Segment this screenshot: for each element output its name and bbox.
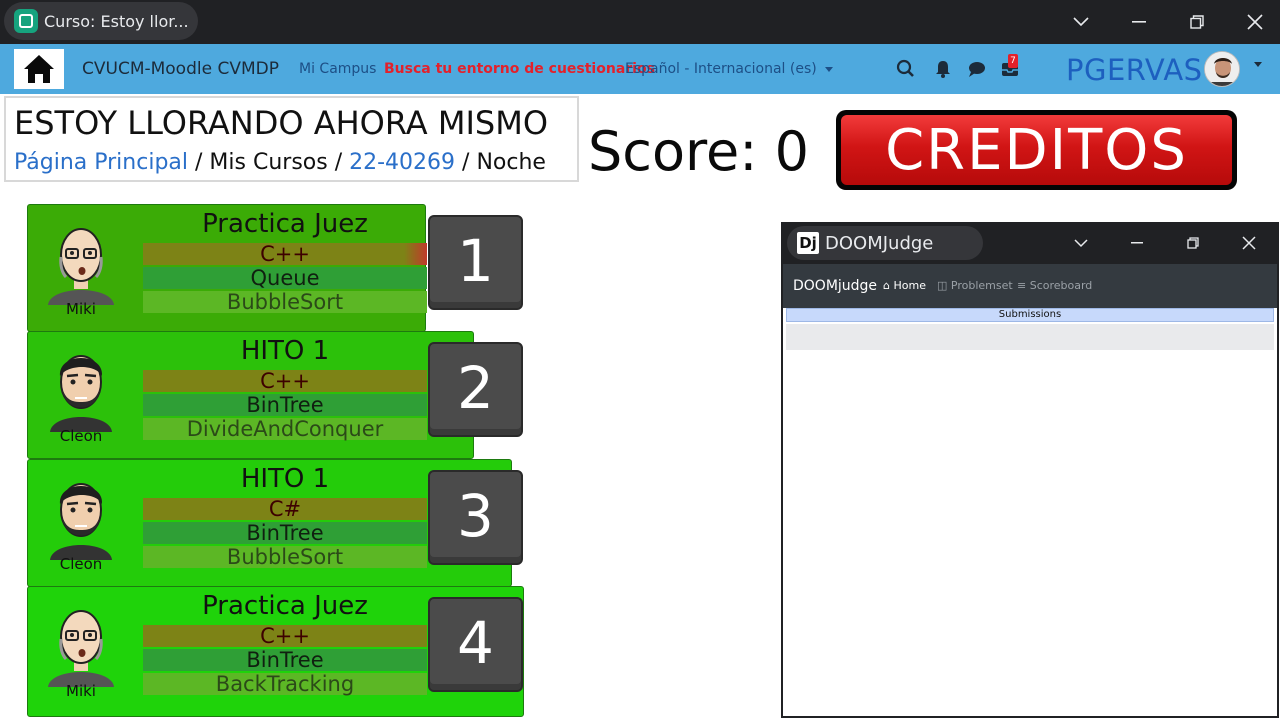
- creditos-label: CREDITOS: [841, 115, 1232, 185]
- tab-search-chevron-icon[interactable]: [1052, 0, 1110, 44]
- search-icon[interactable]: [894, 57, 918, 81]
- bell-icon[interactable]: [931, 57, 955, 81]
- card-title: HITO 1: [240, 336, 330, 366]
- domjudge-brand[interactable]: DOOMjudge: [793, 264, 877, 308]
- breadcrumb-home-link[interactable]: Página Principal: [14, 150, 188, 175]
- card-info: HITO 1 C++ BinTree DivideAndConquer: [143, 334, 427, 440]
- score-label: Score: 0: [588, 120, 809, 183]
- card-info: Practica Juez C++ Queue BubbleSort: [143, 207, 427, 313]
- language-label: Español - Internacional (es): [625, 61, 817, 77]
- nav-problemset-label: Problemset: [950, 279, 1013, 292]
- domjudge-titlebar: Dj DOOMJudge: [783, 224, 1277, 264]
- card-language: C++: [143, 625, 427, 647]
- card-title: Practica Juez: [202, 591, 368, 621]
- breadcrumb: Página Principal / Mis Cursos / 22-40269…: [14, 150, 546, 175]
- card-info: HITO 1 C# BinTree BubbleSort: [143, 462, 427, 568]
- breadcrumb-separator: /: [455, 150, 477, 175]
- close-window-icon[interactable]: [1226, 0, 1280, 44]
- nav-scoreboard-label: Scoreboard: [1029, 279, 1093, 292]
- domjudge-logo-icon: Dj: [797, 232, 819, 254]
- cleon-avatar-icon: [38, 470, 124, 562]
- submissions-header: Submissions: [786, 308, 1274, 322]
- card-language: C#: [143, 498, 427, 520]
- notification-badge: 7: [1008, 54, 1018, 68]
- answer-button-1[interactable]: 1: [428, 215, 523, 310]
- home-icon: ⌂: [883, 279, 890, 292]
- breadcrumb-separator: /: [327, 150, 350, 175]
- card-structure: BinTree: [143, 649, 427, 671]
- breadcrumb-my-courses: Mis Cursos: [209, 150, 328, 175]
- house-icon: [24, 55, 54, 83]
- nav-home-link[interactable]: ⌂ Home: [883, 264, 926, 308]
- breadcrumb-course-link[interactable]: 22-40269: [349, 150, 455, 175]
- cleon-avatar-icon: [38, 342, 124, 434]
- card-algorithm: BubbleSort: [143, 291, 427, 313]
- user-avatar[interactable]: [1204, 51, 1240, 87]
- book-icon: ◫: [937, 279, 948, 292]
- character-name: Miki: [66, 682, 96, 700]
- character-name: Cleon: [59, 555, 103, 573]
- minimize-icon[interactable]: [1110, 0, 1168, 44]
- domjudge-navbar: DOOMjudge ⌂ Home ◫ Problemset ≡ Scoreboa…: [783, 264, 1277, 308]
- restore-icon[interactable]: [1168, 0, 1226, 44]
- course-header: ESTOY LLORANDO AHORA MISMO Página Princi…: [4, 96, 579, 182]
- card-info: Practica Juez C++ BinTree BackTracking: [143, 589, 427, 695]
- moodle-favicon-icon: [14, 9, 38, 33]
- caret-down-icon: [825, 66, 834, 72]
- domjudge-window-title: DOOMJudge: [825, 232, 934, 254]
- card-algorithm: BackTracking: [143, 673, 427, 695]
- language-menu[interactable]: Español - Internacional (es): [625, 44, 834, 94]
- nav-problemset-link[interactable]: ◫ Problemset: [937, 264, 1013, 308]
- chevron-down-icon[interactable]: [1053, 224, 1109, 262]
- nav-scoreboard-link[interactable]: ≡ Scoreboard: [1017, 264, 1092, 308]
- card-algorithm: BubbleSort: [143, 546, 427, 568]
- restore-icon[interactable]: [1165, 224, 1221, 262]
- cuestionarios-link[interactable]: Busca tu entorno de cuestionarios: [384, 44, 655, 94]
- domjudge-window: Dj DOOMJudge DOOMjudge ⌂ Home ◫ Problems…: [781, 222, 1279, 718]
- exercise-card: Miki Practica Juez C++ Queue BubbleSort: [27, 204, 427, 332]
- submissions-empty-row: [786, 324, 1274, 350]
- card-title: Practica Juez: [202, 209, 368, 239]
- miki-avatar-icon: [38, 215, 124, 307]
- mi-campus-link[interactable]: Mi Campus: [299, 44, 376, 94]
- user-name[interactable]: PGERVAS: [1066, 44, 1203, 96]
- answer-button-4[interactable]: 4: [428, 597, 523, 692]
- card-structure: BinTree: [143, 522, 427, 544]
- list-icon: ≡: [1017, 279, 1027, 292]
- domjudge-tab[interactable]: Dj DOOMJudge: [787, 226, 983, 260]
- close-window-icon[interactable]: [1221, 224, 1277, 262]
- minimize-icon[interactable]: [1109, 224, 1165, 262]
- card-title: HITO 1: [240, 464, 330, 494]
- browser-tab[interactable]: Curso: Estoy llor...: [4, 2, 198, 40]
- card-structure: BinTree: [143, 394, 427, 416]
- card-structure: Queue: [143, 267, 427, 289]
- breadcrumb-separator: /: [188, 150, 210, 175]
- character-name: Cleon: [59, 427, 103, 445]
- browser-titlebar: Curso: Estoy llor...: [0, 0, 1280, 44]
- chat-icon[interactable]: [965, 57, 989, 81]
- site-brand-link[interactable]: CVUCM-Moodle CVMDP: [82, 44, 279, 94]
- breadcrumb-section: Noche: [476, 150, 546, 175]
- user-menu-caret-icon[interactable]: [1254, 62, 1262, 67]
- answer-button-2[interactable]: 2: [428, 342, 523, 437]
- card-language: C++: [143, 370, 427, 392]
- browser-tab-title: Curso: Estoy llor...: [44, 11, 189, 31]
- exercise-card: Cleon HITO 1 C++ BinTree DivideAndConque…: [27, 331, 474, 459]
- creditos-button[interactable]: CREDITOS: [836, 110, 1237, 190]
- nav-home-label: Home: [893, 279, 926, 292]
- character-name: Miki: [66, 300, 96, 318]
- card-algorithm: DivideAndConquer: [143, 418, 427, 440]
- miki-avatar-icon: [38, 597, 124, 689]
- home-button[interactable]: [14, 49, 64, 89]
- card-language: C++: [143, 243, 427, 265]
- course-title: ESTOY LLORANDO AHORA MISMO: [14, 104, 548, 142]
- answer-button-3[interactable]: 3: [428, 470, 523, 565]
